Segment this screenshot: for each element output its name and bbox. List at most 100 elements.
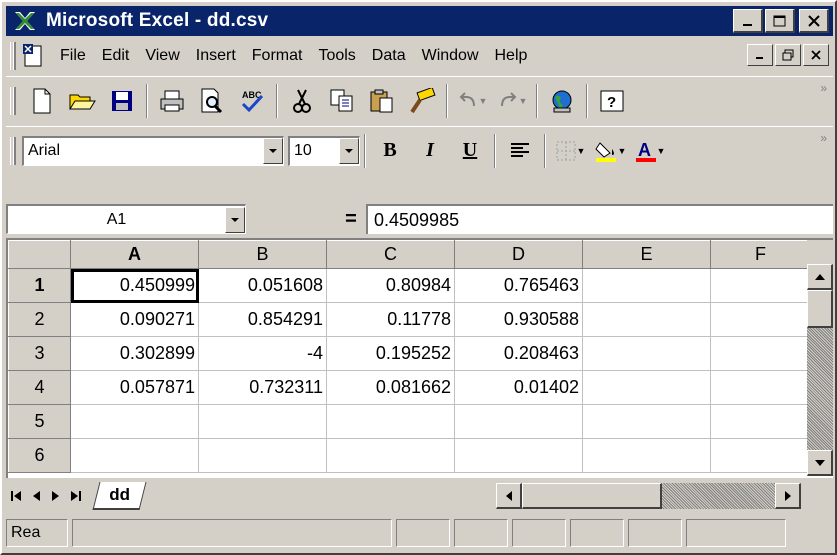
cell[interactable]: 0.930588 <box>454 302 583 337</box>
cell[interactable]: 0.302899 <box>70 336 199 371</box>
print-preview-icon[interactable] <box>192 81 232 121</box>
cell[interactable] <box>710 268 811 303</box>
redo-icon[interactable]: ▼ <box>492 81 532 121</box>
cell[interactable]: 0.090271 <box>70 302 199 337</box>
font-size-combo[interactable]: 10 <box>288 135 360 166</box>
horizontal-scrollbar[interactable] <box>496 482 801 510</box>
scroll-up-icon[interactable] <box>807 264 833 290</box>
column-header[interactable]: A <box>70 240 199 269</box>
borders-icon[interactable]: ▼ <box>550 131 590 171</box>
cell[interactable] <box>710 302 811 337</box>
cell[interactable]: 0.208463 <box>454 336 583 371</box>
underline-button[interactable]: U <box>450 131 490 171</box>
cell-a1[interactable]: 0.450999 <box>70 268 199 303</box>
cell[interactable]: 0.80984 <box>326 268 455 303</box>
toolbar-more-icon[interactable]: » <box>820 81 827 95</box>
cell[interactable]: 0.195252 <box>326 336 455 371</box>
cell[interactable]: 0.854291 <box>198 302 327 337</box>
menu-help[interactable]: Help <box>487 47 536 65</box>
cell[interactable]: 0.057871 <box>70 370 199 405</box>
cell[interactable] <box>70 404 199 439</box>
name-box[interactable]: A1 <box>6 204 246 234</box>
horizontal-scroll-thumb[interactable] <box>522 483 662 509</box>
vertical-scroll-track[interactable] <box>807 328 833 450</box>
cell[interactable]: 0.765463 <box>454 268 583 303</box>
document-icon[interactable] <box>22 44 46 68</box>
font-name-combo[interactable]: Arial <box>22 135 284 166</box>
sheet-tab-dd[interactable]: dd <box>92 482 147 510</box>
save-icon[interactable] <box>102 81 142 121</box>
copy-icon[interactable] <box>322 81 362 121</box>
column-header[interactable]: F <box>710 240 811 269</box>
cell[interactable]: -4 <box>198 336 327 371</box>
menu-data[interactable]: Data <box>364 47 414 65</box>
cell[interactable]: 0.051608 <box>198 268 327 303</box>
open-icon[interactable] <box>62 81 102 121</box>
menu-window[interactable]: Window <box>414 47 487 65</box>
menu-insert[interactable]: Insert <box>188 47 244 65</box>
cell[interactable] <box>582 268 711 303</box>
vertical-scroll-thumb[interactable] <box>807 290 833 328</box>
help-icon[interactable]: ? <box>592 81 632 121</box>
format-painter-icon[interactable] <box>402 81 442 121</box>
scroll-down-icon[interactable] <box>807 450 833 476</box>
row-header[interactable]: 2 <box>8 302 71 337</box>
align-left-icon[interactable] <box>500 131 540 171</box>
cell[interactable] <box>582 438 711 473</box>
menu-edit[interactable]: Edit <box>94 47 138 65</box>
doc-restore-button[interactable] <box>775 44 801 66</box>
prev-sheet-icon[interactable] <box>26 484 46 508</box>
toolbar-grip[interactable] <box>10 86 16 115</box>
vertical-scrollbar[interactable] <box>807 240 833 476</box>
cell[interactable] <box>710 404 811 439</box>
first-sheet-icon[interactable] <box>6 484 26 508</box>
cell[interactable] <box>582 370 711 405</box>
cell[interactable] <box>582 404 711 439</box>
horizontal-scroll-track[interactable] <box>522 483 775 509</box>
row-header[interactable]: 4 <box>8 370 71 405</box>
bold-button[interactable]: B <box>370 131 410 171</box>
cell[interactable] <box>582 336 711 371</box>
cell[interactable]: 0.732311 <box>198 370 327 405</box>
column-header[interactable]: C <box>326 240 455 269</box>
web-icon[interactable] <box>542 81 582 121</box>
cell[interactable] <box>710 336 811 371</box>
scroll-left-icon[interactable] <box>496 483 522 509</box>
font-color-icon[interactable]: A ▼ <box>630 131 670 171</box>
column-header[interactable]: D <box>454 240 583 269</box>
menu-view[interactable]: View <box>137 47 187 65</box>
cell[interactable] <box>710 370 811 405</box>
equals-sign[interactable]: = <box>336 208 366 231</box>
cell[interactable] <box>326 438 455 473</box>
fill-color-icon[interactable]: ▼ <box>590 131 630 171</box>
maximize-button[interactable] <box>765 9 795 33</box>
toolbar-grip-2[interactable] <box>10 136 16 165</box>
doc-minimize-button[interactable] <box>747 44 773 66</box>
menu-tools[interactable]: Tools <box>310 47 363 65</box>
cell[interactable]: 0.11778 <box>326 302 455 337</box>
cell[interactable] <box>326 404 455 439</box>
minimize-button[interactable] <box>733 9 763 33</box>
cell[interactable]: 0.01402 <box>454 370 583 405</box>
row-header[interactable]: 5 <box>8 404 71 439</box>
cell[interactable] <box>70 438 199 473</box>
cell[interactable] <box>582 302 711 337</box>
select-all-corner[interactable] <box>8 240 71 269</box>
chevron-down-icon[interactable] <box>225 206 245 233</box>
column-header[interactable]: B <box>198 240 327 269</box>
chevron-down-icon[interactable] <box>339 138 359 164</box>
cell[interactable] <box>710 438 811 473</box>
italic-button[interactable]: I <box>410 131 450 171</box>
close-button[interactable] <box>799 9 829 33</box>
new-icon[interactable] <box>22 81 62 121</box>
menu-format[interactable]: Format <box>244 47 311 65</box>
scroll-right-icon[interactable] <box>775 483 801 509</box>
column-header[interactable]: E <box>582 240 711 269</box>
cell[interactable] <box>198 438 327 473</box>
menu-grip[interactable] <box>10 42 16 70</box>
spelling-icon[interactable]: ABC <box>232 81 272 121</box>
paste-icon[interactable] <box>362 81 402 121</box>
undo-icon[interactable]: ▼ <box>452 81 492 121</box>
cell[interactable] <box>454 438 583 473</box>
last-sheet-icon[interactable] <box>66 484 86 508</box>
